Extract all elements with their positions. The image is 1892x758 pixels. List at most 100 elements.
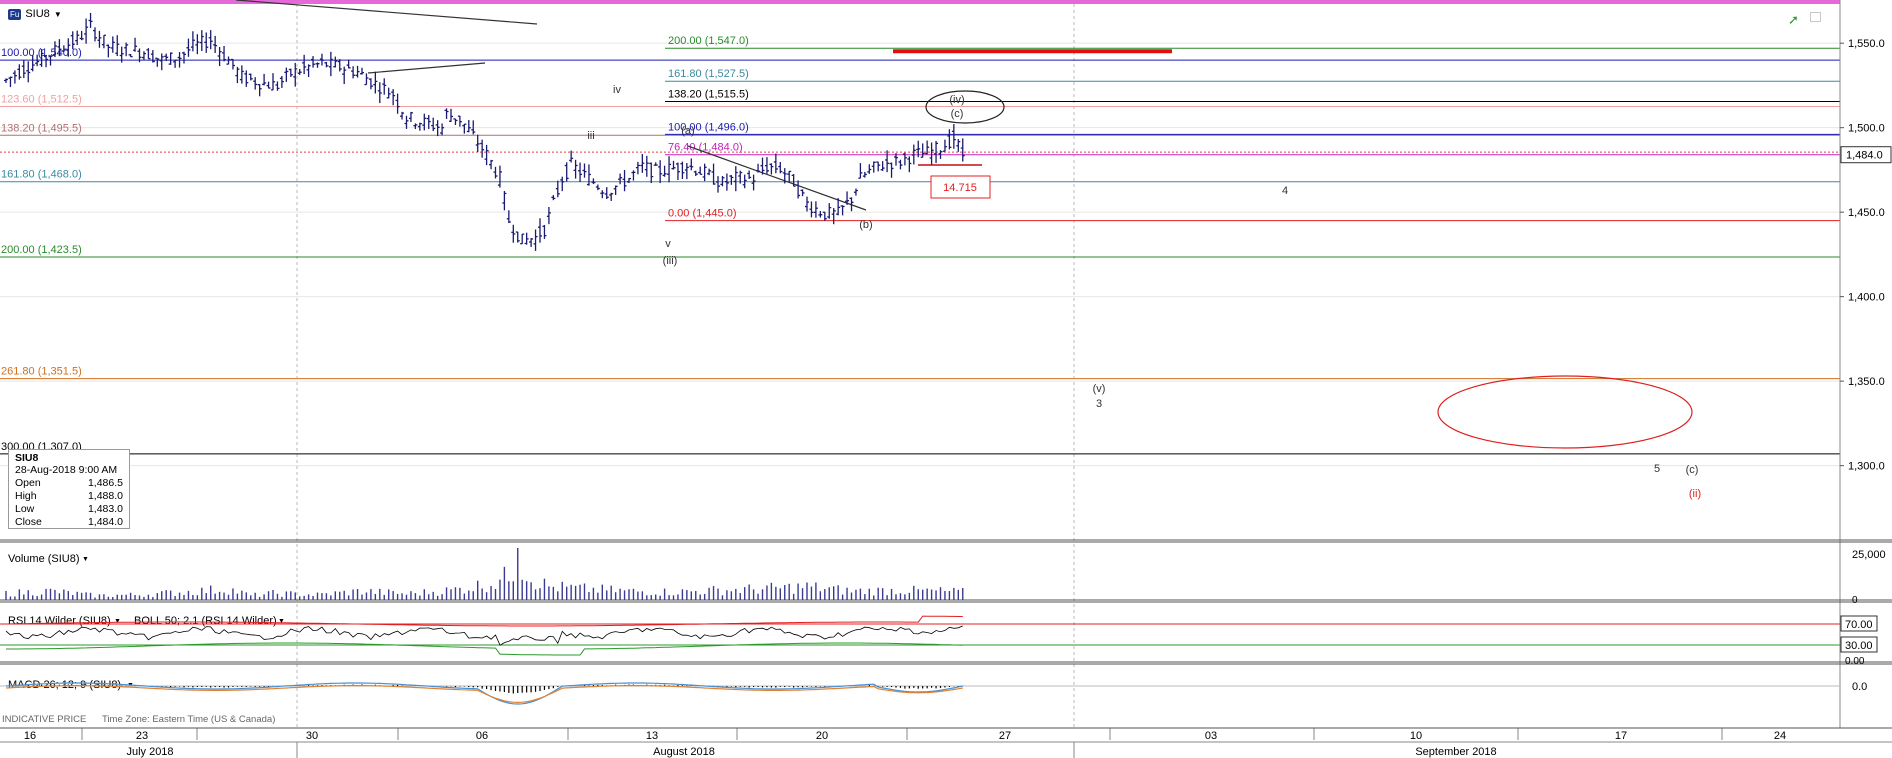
annotation-box: 14.715 — [930, 175, 991, 199]
price-bar — [306, 64, 311, 78]
price-bar — [475, 134, 480, 153]
price-bar — [284, 67, 289, 82]
price-bar — [675, 162, 680, 180]
price-bar — [591, 178, 596, 185]
price-bar — [373, 71, 378, 94]
price-bar — [787, 170, 792, 183]
wave-label: 5 — [1654, 463, 1660, 475]
price-bar — [609, 192, 614, 201]
price-bar — [297, 68, 302, 75]
wave-label: (c) — [951, 108, 964, 120]
x-month-label: September 2018 — [1415, 746, 1496, 758]
price-bar — [159, 53, 164, 71]
price-bar — [440, 123, 445, 136]
price-bar — [417, 122, 422, 131]
chevron-down-icon[interactable]: ▼ — [54, 10, 62, 19]
price-bar — [564, 162, 569, 182]
fib-label: 138.20 (1,495.5) — [1, 122, 82, 134]
x-tick-label: 06 — [476, 730, 488, 742]
price-bar — [484, 144, 489, 166]
price-bar — [364, 73, 369, 86]
price-bar — [702, 163, 707, 182]
price-bar — [457, 115, 462, 127]
price-bar — [631, 170, 636, 181]
price-bar — [489, 159, 494, 170]
wave-label: (v) — [1093, 383, 1106, 395]
price-bar — [146, 48, 151, 60]
price-bar — [622, 170, 627, 192]
price-bar — [604, 187, 609, 200]
price-bar — [542, 224, 547, 239]
wave-label: (ii) — [1689, 488, 1701, 500]
y-tick-label: 1,550.0 — [1848, 38, 1885, 50]
price-bar — [106, 44, 111, 58]
ohlc-row-high: High 1,488.0 — [15, 490, 123, 502]
price-bar — [377, 82, 382, 104]
price-bar — [889, 162, 894, 178]
price-bar — [257, 84, 262, 97]
fib-label: 261.80 (1,351.5) — [1, 366, 82, 378]
price-bar — [929, 142, 934, 165]
price-bar — [880, 161, 885, 171]
price-bar — [368, 78, 373, 90]
y-tick-label: 1,500.0 — [1848, 123, 1885, 135]
volume-panel-title: Volume (SIU8) — [8, 553, 80, 565]
price-bar — [124, 42, 129, 57]
x-tick-label: 30 — [306, 730, 318, 742]
price-bar — [311, 56, 316, 68]
price-bar — [858, 163, 863, 179]
price-bar — [546, 206, 551, 225]
price-bar — [79, 30, 84, 41]
y-tick-label: 1,300.0 — [1848, 461, 1885, 473]
price-bar — [511, 224, 516, 243]
price-bar — [582, 163, 587, 178]
price-bar — [520, 233, 525, 245]
price-bar — [822, 211, 827, 221]
rsi-axis-label: 70.00 — [1845, 619, 1873, 631]
price-bar — [199, 30, 204, 51]
price-bar — [809, 201, 814, 218]
x-tick-label: 24 — [1774, 730, 1786, 742]
price-bar — [404, 115, 409, 129]
price-bar — [324, 61, 329, 68]
price-bar — [716, 176, 720, 193]
x-tick-label: 16 — [24, 730, 36, 742]
price-bar — [217, 46, 222, 67]
fib-label: 123.60 (1,512.5) — [1, 94, 82, 106]
trendline-wedge — [687, 145, 867, 211]
price-bar — [595, 184, 600, 191]
symbol-tag[interactable]: Fu SIU8 ▼ — [8, 8, 62, 20]
price-bar — [97, 30, 102, 48]
price-bar — [328, 51, 333, 77]
price-bar — [88, 12, 93, 28]
y-tick-label: 1,450.0 — [1848, 207, 1885, 219]
window-restore-icon[interactable] — [1810, 12, 1821, 22]
price-bar — [555, 180, 560, 198]
price-bar — [101, 34, 106, 49]
price-bar — [907, 156, 912, 173]
wave-label: (c) — [1686, 464, 1699, 476]
trend-up-icon[interactable]: ➚ — [1788, 12, 1799, 28]
price-bar — [667, 156, 672, 183]
price-bar — [155, 57, 160, 67]
x-month-label: July 2018 — [126, 746, 173, 758]
fib-label: 200.00 (1,547.0) — [668, 35, 749, 47]
price-bar — [315, 62, 320, 68]
volume-axis-label: 0 — [1852, 595, 1858, 606]
price-bar — [110, 36, 115, 53]
indicative-price-label: INDICATIVE PRICE — [2, 714, 86, 725]
price-bar — [885, 150, 890, 173]
rsi-axis-label: 30.00 — [1845, 640, 1873, 652]
wave-label: (b) — [859, 219, 872, 231]
price-chart[interactable]: 100.00 (1,540.0)123.60 (1,512.5)138.20 (… — [0, 0, 1892, 758]
price-bar — [853, 188, 858, 196]
x-month-label: August 2018 — [653, 746, 715, 758]
price-bar — [671, 160, 676, 170]
price-bar — [960, 138, 965, 162]
price-bar — [190, 31, 195, 52]
price-bar — [480, 139, 485, 158]
price-bar — [524, 232, 529, 245]
price-bar — [288, 68, 293, 77]
price-bar — [813, 201, 818, 218]
wave-label: (iii) — [663, 255, 678, 267]
